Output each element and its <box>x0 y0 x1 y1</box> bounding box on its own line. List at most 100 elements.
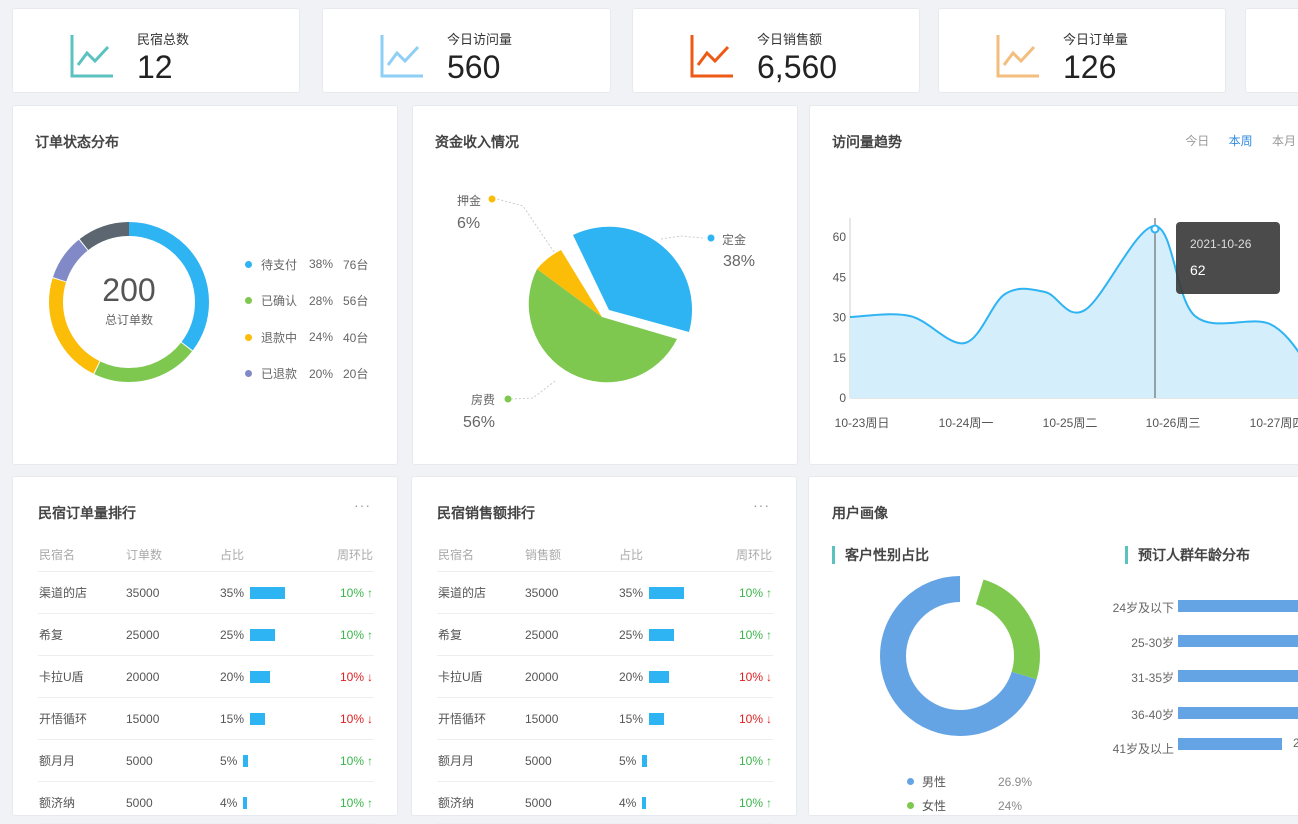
cell-share: 25% <box>219 613 321 656</box>
table-row[interactable]: 希复 25000 25% 10% ↑ <box>38 613 374 656</box>
order-status-legend: 待支付 38% 76台 已确认 28% 56台 退款中 24% 40台 已退款 20% 20台 <box>245 246 368 392</box>
change-value: 10% <box>339 627 364 642</box>
stat-label: 民宿总数 <box>137 32 190 47</box>
cell-value: 20000 <box>125 655 219 698</box>
change-value: 10% <box>738 627 763 642</box>
legend-item[interactable]: 已确认 28% 56台 <box>245 283 368 320</box>
chart-tooltip: 2021-10-26 62 <box>1176 222 1280 294</box>
table-row[interactable]: 额月月 5000 5% 10% ↑ <box>38 739 374 782</box>
y-tick-label: 60 <box>833 230 847 244</box>
cell-name: 卡拉U盾 <box>38 655 125 698</box>
line-chart-icon <box>996 35 1039 78</box>
stat-card-orders[interactable]: 今日订单量 126 <box>938 8 1226 93</box>
stat-card-visits[interactable]: 今日访问量 560 <box>322 8 611 93</box>
legend-dot <box>245 297 252 305</box>
age-label: 24岁及以下 <box>1112 601 1174 615</box>
arrow-up-icon: ↑ <box>367 627 373 642</box>
pie-leader-line <box>660 235 704 240</box>
pie-leader-line <box>496 198 555 253</box>
share-pct: 35% <box>619 585 644 600</box>
stat-card-sales[interactable]: 今日销售额 6,560 <box>632 8 920 93</box>
age-bar <box>1178 738 1282 750</box>
stat-card-partial[interactable] <box>1245 8 1298 93</box>
cell-change: 10% ↓ <box>321 697 374 740</box>
table-row[interactable]: 渠道的店 35000 35% 10% ↑ <box>437 571 773 614</box>
legend-dot <box>907 802 914 809</box>
cell-share: 15% <box>219 697 321 740</box>
more-icon[interactable]: ··· <box>753 497 770 513</box>
share-bar <box>649 629 675 642</box>
column-header: 订单数 <box>125 537 219 572</box>
y-tick-label: 15 <box>833 351 847 365</box>
cell-value: 5000 <box>524 781 618 824</box>
column-header: 销售额 <box>524 537 618 572</box>
pie-label-dot <box>504 395 512 403</box>
table-row[interactable]: 卡拉U盾 20000 20% 10% ↓ <box>38 655 374 698</box>
total-orders-label: 总订单数 <box>104 313 153 327</box>
data-point-highlight[interactable] <box>1150 224 1160 234</box>
cell-value: 35000 <box>125 571 219 614</box>
legend-item[interactable]: 待支付 38% 76台 <box>245 246 368 283</box>
x-tick-label: 10-27周四 <box>1250 416 1298 430</box>
cell-name: 卡拉U盾 <box>437 655 524 698</box>
more-icon[interactable]: ··· <box>354 497 371 513</box>
table-row[interactable]: 额月月 5000 5% 10% ↑ <box>437 739 773 782</box>
legend-item[interactable]: 退款中 24% 40台 <box>245 319 368 356</box>
gender-legend-item[interactable]: 女性 24% <box>907 797 1022 814</box>
legend-count: 56台 <box>343 294 369 309</box>
change-value: 10% <box>738 711 763 726</box>
table-row[interactable]: 额济纳 5000 4% 10% ↑ <box>38 781 374 824</box>
legend-label: 已退款 <box>261 367 298 382</box>
legend-label: 已确认 <box>261 294 298 309</box>
gender-donut <box>880 576 1040 736</box>
age-bar <box>1178 635 1298 647</box>
legend-item[interactable]: 已退款 20% 20台 <box>245 356 368 393</box>
cell-value: 35000 <box>524 571 618 614</box>
arrow-down-icon: ↓ <box>367 711 373 726</box>
share-pct: 15% <box>619 711 644 726</box>
card-title: 订单状态分布 <box>35 134 119 150</box>
order-rank-table: 民宿名 订单数 占比 周环比 渠道的店 35000 35% 10% ↑ 希复 25000 25… <box>38 537 374 824</box>
tooltip-value: 62 <box>1190 262 1206 278</box>
arrow-up-icon: ↑ <box>766 795 772 810</box>
table-row[interactable]: 渠道的店 35000 35% 10% ↑ <box>38 571 374 614</box>
pie-value-deposit: 38% <box>723 253 756 270</box>
cell-share: 20% <box>618 655 720 698</box>
table-row[interactable]: 希复 25000 25% 10% ↑ <box>437 613 773 656</box>
table-row[interactable]: 额济纳 5000 4% 10% ↑ <box>437 781 773 824</box>
cell-share: 5% <box>618 739 720 782</box>
legend-label: 待支付 <box>261 257 298 272</box>
table-row[interactable]: 卡拉U盾 20000 20% 10% ↓ <box>437 655 773 698</box>
legend-dot <box>907 778 914 785</box>
line-chart-icon <box>380 35 423 78</box>
arrow-up-icon: ↑ <box>367 753 373 768</box>
share-bar <box>642 797 647 810</box>
pie-label-dot <box>488 195 496 203</box>
table-row[interactable]: 开悟循环 15000 15% 10% ↓ <box>38 697 374 740</box>
cell-share: 20% <box>219 655 321 698</box>
age-value: 2 <box>1293 736 1298 750</box>
pie-label-deposit: 定金 <box>722 233 747 247</box>
pie-label-room: 房费 <box>471 393 496 407</box>
age-subtitle: 预订人群年龄分布 <box>1125 546 1250 564</box>
sales-rank-table: 民宿名 销售额 占比 周环比 渠道的店 35000 35% 10% ↑ 希复 25000 25… <box>437 537 773 824</box>
legend-count: 40台 <box>343 330 369 345</box>
column-header: 民宿名 <box>437 537 524 572</box>
cell-change: 10% ↑ <box>321 571 374 614</box>
y-tick-label: 30 <box>833 311 847 325</box>
arrow-down-icon: ↓ <box>766 711 772 726</box>
stat-card-homestays[interactable]: 民宿总数 12 <box>12 8 300 93</box>
arrow-up-icon: ↑ <box>766 585 772 600</box>
gender-legend-item[interactable]: 男性 26.9% <box>907 773 1032 790</box>
total-orders-value: 200 <box>102 272 156 308</box>
share-pct: 25% <box>220 627 245 642</box>
cell-share: 5% <box>219 739 321 782</box>
age-label: 41岁及以上 <box>1112 742 1174 756</box>
table-row[interactable]: 开悟循环 15000 15% 10% ↓ <box>437 697 773 740</box>
legend-count: 20台 <box>343 367 369 382</box>
share-bar <box>243 755 249 768</box>
cell-change: 10% ↓ <box>321 655 374 698</box>
cell-name: 额月月 <box>38 739 125 782</box>
cell-change: 10% ↑ <box>720 613 773 656</box>
share-bar <box>649 587 685 600</box>
